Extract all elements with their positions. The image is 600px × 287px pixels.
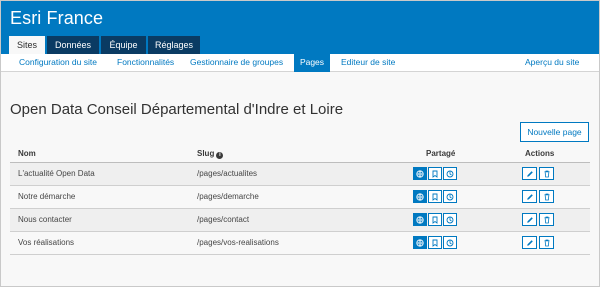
page-slug: /pages/vos-realisations — [197, 238, 279, 247]
column-header-slug: Slug i — [197, 149, 224, 159]
tab-reglages[interactable]: Réglages — [148, 36, 200, 54]
share-everyone-button[interactable] — [413, 213, 427, 226]
share-org-button[interactable] — [443, 190, 457, 203]
bookmark-icon — [432, 239, 438, 247]
subnav-groupes[interactable]: Gestionnaire de groupes — [190, 54, 283, 72]
share-org-button[interactable] — [443, 236, 457, 249]
sharing-group — [413, 167, 458, 180]
bookmark-icon — [432, 170, 438, 178]
table-header: Nom Slug i Partagé Actions — [10, 146, 590, 163]
globe-icon — [416, 215, 424, 224]
globe-icon — [416, 192, 424, 201]
subnav-fonctionnalites[interactable]: Fonctionnalités — [117, 54, 174, 72]
pencil-icon — [526, 216, 533, 223]
share-group-button[interactable] — [428, 213, 442, 226]
globe-icon — [416, 238, 424, 247]
share-group-button[interactable] — [428, 236, 442, 249]
pencil-icon — [526, 170, 533, 177]
page-slug: /pages/demarche — [197, 192, 259, 201]
tab-donnees[interactable]: Données — [47, 36, 99, 54]
site-subnav: Configuration du site Fonctionnalités Ge… — [1, 54, 599, 72]
share-org-button[interactable] — [443, 167, 457, 180]
bookmark-icon — [432, 216, 438, 224]
trash-icon — [544, 170, 549, 177]
info-icon[interactable]: i — [216, 152, 224, 159]
delete-button[interactable] — [539, 167, 554, 180]
page-title: Open Data Conseil Départemental d'Indre … — [10, 101, 344, 118]
page-name: Nous contacter — [18, 215, 72, 224]
row-actions — [522, 236, 556, 249]
sharing-group — [413, 190, 458, 203]
organization-icon — [446, 216, 454, 223]
table-row: L'actualité Open Data /pages/actualites — [10, 163, 590, 186]
pages-table: Nom Slug i Partagé Actions L'actualité Op… — [10, 146, 590, 255]
edit-button[interactable] — [522, 190, 537, 203]
sharing-group — [413, 236, 458, 249]
subnav-editeur[interactable]: Editeur de site — [341, 54, 395, 72]
organization-icon — [446, 193, 454, 200]
organization-icon — [446, 170, 454, 177]
row-actions — [522, 213, 556, 226]
table-row: Notre démarche /pages/demarche — [10, 186, 590, 209]
pencil-icon — [526, 239, 533, 246]
page-name: Notre démarche — [18, 192, 76, 201]
site-header: Esri France Sites Données Équipe Réglage… — [1, 1, 599, 54]
share-everyone-button[interactable] — [413, 236, 427, 249]
delete-button[interactable] — [539, 190, 554, 203]
edit-button[interactable] — [522, 213, 537, 226]
share-group-button[interactable] — [428, 167, 442, 180]
org-title: Esri France — [10, 8, 104, 28]
new-page-button[interactable]: Nouvelle page — [520, 122, 589, 142]
trash-icon — [544, 239, 549, 246]
share-org-button[interactable] — [443, 213, 457, 226]
column-header-sharing: Partagé — [426, 149, 456, 158]
edit-button[interactable] — [522, 167, 537, 180]
tab-sites[interactable]: Sites — [9, 36, 45, 54]
page-name: Vos réalisations — [18, 238, 75, 247]
row-actions — [522, 167, 556, 180]
app-frame: Esri France Sites Données Équipe Réglage… — [0, 0, 600, 287]
subnav-pages[interactable]: Pages — [294, 54, 330, 72]
globe-icon — [416, 169, 424, 178]
page-slug: /pages/contact — [197, 215, 250, 224]
trash-icon — [544, 193, 549, 200]
share-everyone-button[interactable] — [413, 167, 427, 180]
organization-icon — [446, 239, 454, 246]
pencil-icon — [526, 193, 533, 200]
row-actions — [522, 190, 556, 203]
subnav-configuration[interactable]: Configuration du site — [19, 54, 97, 72]
delete-button[interactable] — [539, 213, 554, 226]
sharing-group — [413, 213, 458, 226]
trash-icon — [544, 216, 549, 223]
tab-equipe[interactable]: Équipe — [101, 36, 146, 54]
column-header-name: Nom — [18, 149, 36, 158]
table-row: Vos réalisations /pages/vos-realisations — [10, 232, 590, 255]
share-everyone-button[interactable] — [413, 190, 427, 203]
site-preview-link[interactable]: Aperçu du site — [525, 54, 579, 72]
edit-button[interactable] — [522, 236, 537, 249]
share-group-button[interactable] — [428, 190, 442, 203]
page-name: L'actualité Open Data — [18, 169, 95, 178]
column-header-actions: Actions — [525, 149, 555, 158]
top-tabs: Sites Données Équipe Réglages — [9, 36, 202, 54]
bookmark-icon — [432, 193, 438, 201]
page-slug: /pages/actualites — [197, 169, 258, 178]
table-row: Nous contacter /pages/contact — [10, 209, 590, 232]
delete-button[interactable] — [539, 236, 554, 249]
